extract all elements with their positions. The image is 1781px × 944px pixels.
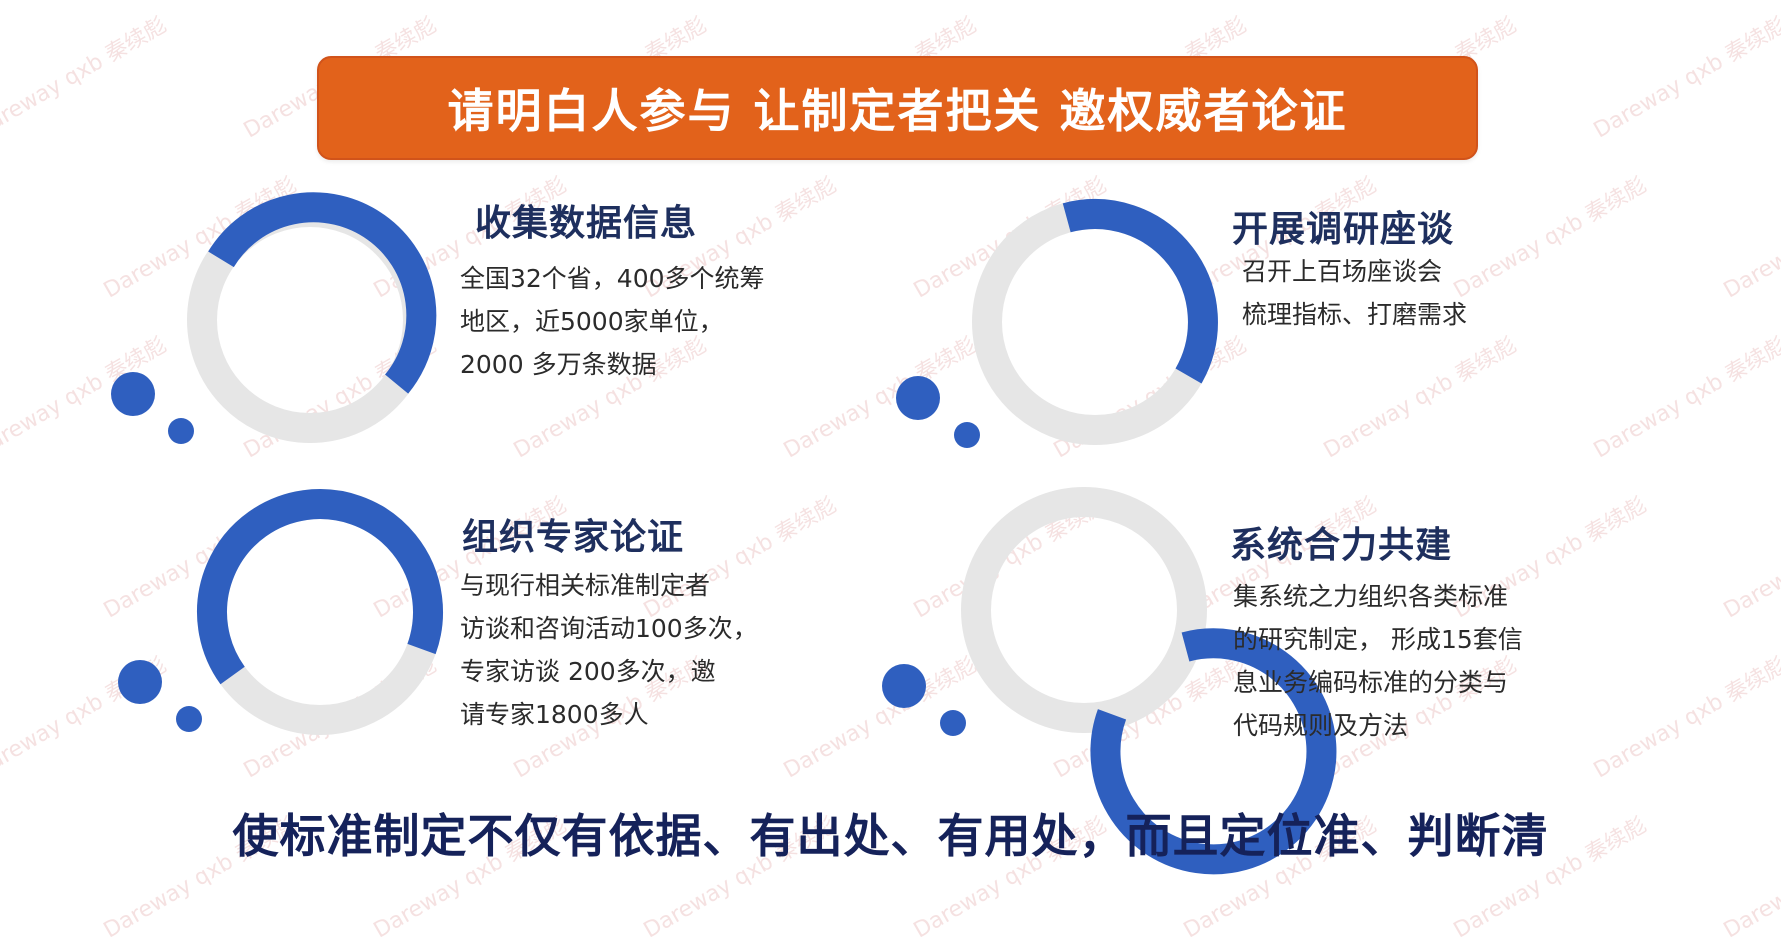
card-body-expert-review: 与现行相关标准制定者 访谈和咨询活动100多次， 专家访谈 200多次，邀 请专… — [460, 564, 758, 736]
card-line: 请专家1800多人 — [460, 700, 649, 729]
ring-arc — [1062, 199, 1218, 384]
card-line: 召开上百场座谈会 — [1242, 257, 1443, 286]
watermark-text: Dareway qxb 秦续彪 — [779, 332, 981, 464]
watermark-text: Dareway qxb 秦续彪 — [0, 12, 171, 144]
ring-track — [961, 487, 1207, 733]
card-line: 专家访谈 200多次，邀 — [460, 657, 716, 686]
decor-dot-large-1 — [111, 372, 155, 416]
summary-statement: 使标准制定不仅有依据、有出处、有用处，而且定位准、判断清 — [232, 809, 1549, 863]
progress-ring-3 — [197, 489, 443, 735]
progress-ring-4 — [961, 487, 1337, 875]
card-line: 与现行相关标准制定者 — [460, 571, 711, 600]
ring-arc — [197, 489, 443, 685]
watermark-text: Dareway qxb 秦续彪 — [1589, 332, 1781, 464]
slide: Dareway qxb 秦续彪 Dareway qxb 秦续彪 Dareway qx… — [0, 0, 1781, 944]
decor-dot-large-2 — [896, 376, 940, 420]
decor-dot-small-2 — [954, 422, 980, 448]
progress-ring-2 — [972, 199, 1218, 445]
card-line: 息业务编码标准的分类与 — [1233, 668, 1509, 697]
watermark-text: Dareway qxb 秦续彪 — [1589, 652, 1781, 784]
top-banner: 请明白人参与 让制定者把关 邀权威者论证 — [317, 56, 1478, 160]
banner-title: 请明白人参与 让制定者把关 邀权威者论证 — [447, 84, 1348, 138]
card-title-research-meetings: 开展调研座谈 — [1232, 209, 1455, 250]
card-line: 全国32个省，400多个统筹 — [460, 264, 765, 293]
decor-dot-small-4 — [940, 710, 966, 736]
card-line: 访谈和咨询活动100多次， — [460, 614, 758, 643]
card-body-collect-data: 全国32个省，400多个统筹 地区，近5000家单位， 2000 多万条数据 — [460, 257, 765, 386]
watermark-text: Dareway qxb 秦续彪 — [1449, 172, 1651, 304]
ring-arc — [208, 192, 437, 394]
watermark-text: Dareway qxb 秦续彪 — [1719, 493, 1781, 624]
card-line: 集系统之力组织各类标准 — [1233, 582, 1509, 611]
decor-dot-small-3 — [176, 706, 202, 732]
card-body-research-meetings: 召开上百场座谈会 梳理指标、打磨需求 — [1242, 250, 1467, 336]
decor-dot-small-1 — [168, 418, 194, 444]
card-line: 地区，近5000家单位， — [460, 307, 724, 336]
card-title-joint-building: 系统合力共建 — [1230, 525, 1453, 566]
watermark-text: Dareway qxb 秦续彪 — [1319, 332, 1521, 464]
card-line: 代码规则及方法 — [1233, 711, 1409, 740]
progress-ring-1 — [187, 192, 437, 443]
card-body-joint-building: 集系统之力组织各类标准 的研究制定， 形成15套信 息业务编码标准的分类与 代码… — [1233, 575, 1523, 747]
watermark-text: Dareway qxb 秦续彪 — [1719, 173, 1781, 304]
card-line: 梳理指标、打磨需求 — [1242, 300, 1468, 329]
decor-dot-large-3 — [118, 660, 162, 704]
card-title-expert-review: 组织专家论证 — [462, 517, 685, 558]
watermark-text: Dareway qxb 秦续彪 — [1589, 12, 1781, 144]
decor-dot-large-4 — [882, 664, 926, 708]
card-line: 的研究制定， 形成15套信 — [1233, 625, 1523, 654]
card-line: 2000 多万条数据 — [460, 350, 657, 379]
card-title-collect-data: 收集数据信息 — [475, 203, 698, 244]
